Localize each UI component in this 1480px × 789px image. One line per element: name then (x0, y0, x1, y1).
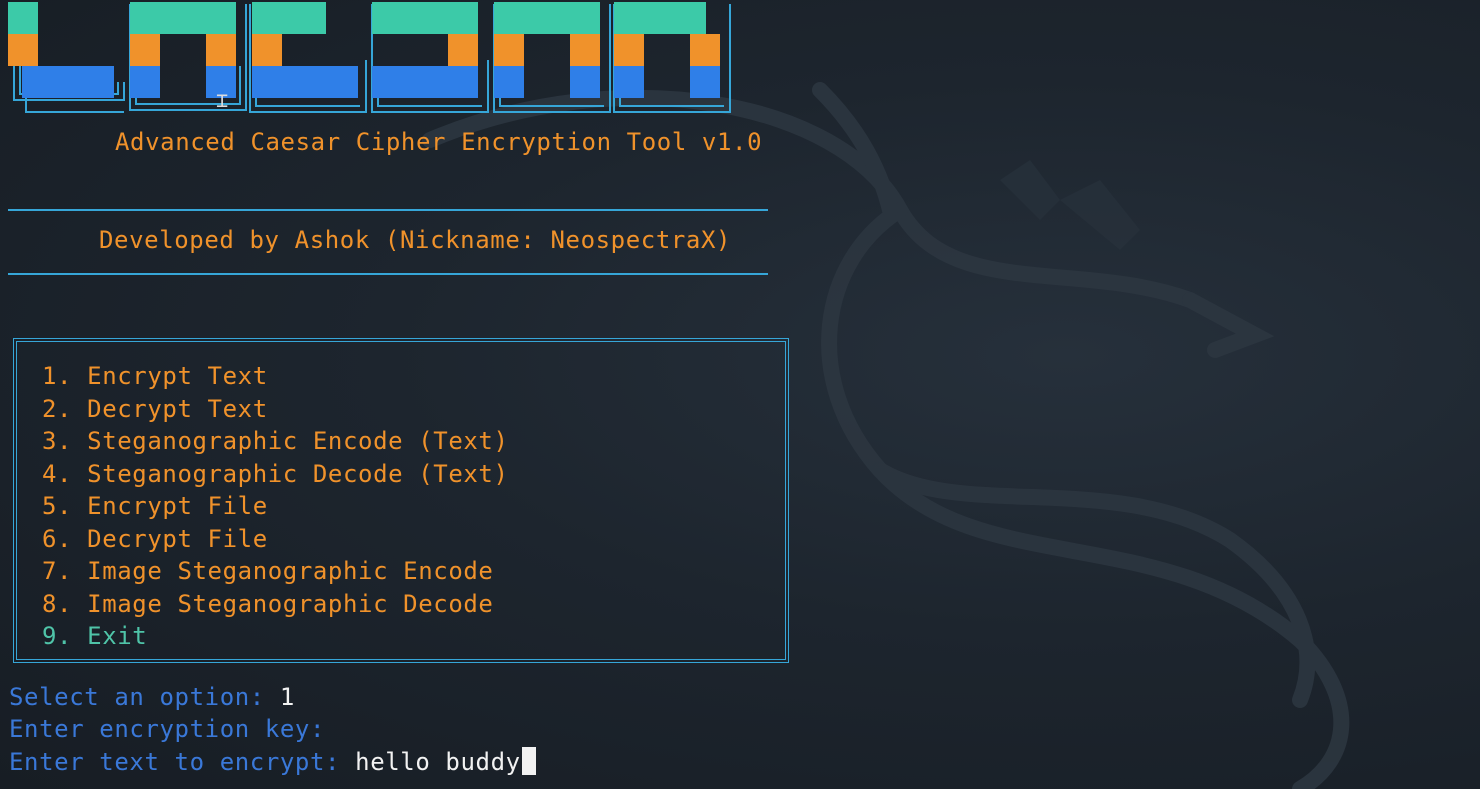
prompt-text-label: Enter text to encrypt: (9, 748, 356, 776)
main-menu: 1. Encrypt Text 2. Decrypt Text 3. Stega… (13, 338, 789, 663)
menu-item-decrypt-text: 2. Decrypt Text (42, 394, 268, 423)
terminal-window[interactable]: ⌶ Advanced Caesar Cipher Encryption Tool… (0, 0, 1480, 789)
prompt-encryption-key: Enter encryption key: (9, 713, 340, 745)
menu-item-image-steg-encode: 7. Image Steganographic Encode (42, 557, 494, 585)
prompt-select-label: Select an option: (9, 683, 280, 711)
menu-item-encrypt-file: 5. Encrypt File (42, 492, 268, 520)
i-beam-cursor-icon: ⌶ (216, 88, 229, 112)
banner-logo (8, 2, 731, 113)
menu-item-image-steg-decode: 8. Image Steganographic Decode (42, 589, 494, 618)
prompt-text-to-encrypt[interactable]: Enter text to encrypt: hello buddy (9, 746, 536, 778)
menu-item-encrypt-text: 1. Encrypt Text (42, 362, 268, 390)
prompt-select-value: 1 (279, 683, 295, 711)
menu-item-exit: 9. Exit (42, 622, 148, 650)
menu-item-decrypt-file: 6. Decrypt File (42, 524, 268, 553)
menu-list: 1. Encrypt Text 2. Decrypt Text 3. Stega… (42, 360, 509, 653)
text-cursor (521, 747, 536, 775)
prompt-key-label: Enter encryption key: (9, 715, 341, 743)
menu-item-steg-encode-text: 3. Steganographic Encode (Text) (42, 427, 509, 455)
menu-item-steg-decode-text: 4. Steganographic Decode (Text) (42, 459, 509, 488)
divider-top (8, 209, 768, 211)
prompt-select-option: Select an option: 1 (9, 681, 295, 713)
divider-bottom (8, 273, 768, 275)
prompt-text-input[interactable]: hello buddy (355, 748, 521, 776)
developer-credit: Developed by Ashok (Nickname: Neospectra… (99, 226, 732, 254)
tool-subtitle: Advanced Caesar Cipher Encryption Tool v… (115, 128, 763, 156)
